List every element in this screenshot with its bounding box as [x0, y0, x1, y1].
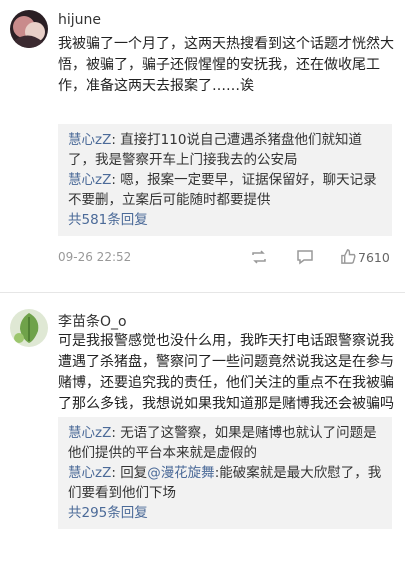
- avatar[interactable]: [10, 309, 48, 347]
- reply-item[interactable]: 慧心zZ: 无语了这警察，如果是赌博也就认了问题是他们提供的平台本来就是虚假的: [68, 423, 384, 463]
- avatar[interactable]: [10, 10, 48, 48]
- more-replies-link[interactable]: 共581条回复: [68, 210, 384, 230]
- reply-separator: :: [111, 425, 121, 441]
- comment-icon[interactable]: [296, 248, 314, 269]
- reply-username[interactable]: 慧心zZ: [68, 172, 111, 188]
- like-count: 7610: [358, 250, 390, 265]
- more-replies-link[interactable]: 共295条回复: [68, 503, 384, 523]
- reply-item[interactable]: 慧心zZ: 回复@漫花旋舞:能破案就是最大欣慰了，我们要看到他们下场: [68, 463, 384, 503]
- comment-meta: 09-26 22:52 7610: [58, 248, 394, 268]
- share-icon[interactable]: [250, 248, 268, 269]
- reply-username[interactable]: 慧心zZ: [68, 425, 111, 441]
- comment-item: hijune 我被骗了一个月了，这两天热搜看到这个话题才恍然大悟，被骗了，骗子还…: [0, 0, 405, 300]
- reply-box: 慧心zZ: 无语了这警察，如果是赌博也就认了问题是他们提供的平台本来就是虚假的 …: [58, 417, 392, 529]
- thumbs-up-icon[interactable]: [340, 248, 357, 268]
- reply-box: 慧心zZ: 直接打110说自己遭遇杀猪盘他们就知道了，我是警察开车上门接我去的公…: [58, 124, 392, 236]
- reply-item[interactable]: 慧心zZ: 嗯，报案一定要早，证据保留好，聊天记录不要删，立案后可能随时都要提供: [68, 170, 384, 210]
- reply-separator: :: [111, 172, 121, 188]
- comment-text: 我被骗了一个月了，这两天热搜看到这个话题才恍然大悟，被骗了，骗子还假惺惺的安抚我…: [58, 36, 394, 94]
- reply-separator: :: [111, 132, 121, 148]
- reply-username[interactable]: 慧心zZ: [68, 465, 111, 481]
- comment-item: 李苗条O_o 可是我报警感觉也没什么用，我昨天打电话跟警察说我遭遇了杀猪盘，警察…: [0, 293, 405, 566]
- comment-username[interactable]: hijune: [58, 12, 101, 28]
- reply-mention-link[interactable]: @漫花旋舞: [147, 465, 215, 481]
- reply-username[interactable]: 慧心zZ: [68, 132, 111, 148]
- reply-separator: :: [111, 465, 121, 481]
- comment-text: 可是我报警感觉也没什么用，我昨天打电话跟警察说我遭遇了杀猪盘，警察问了一些问题竟…: [58, 333, 394, 412]
- comment-time: 09-26 22:52: [58, 250, 132, 264]
- comment-username[interactable]: 李苗条O_o: [58, 311, 127, 331]
- reply-prefix: 回复: [120, 465, 148, 481]
- reply-item[interactable]: 慧心zZ: 直接打110说自己遭遇杀猪盘他们就知道了，我是警察开车上门接我去的公…: [68, 130, 384, 170]
